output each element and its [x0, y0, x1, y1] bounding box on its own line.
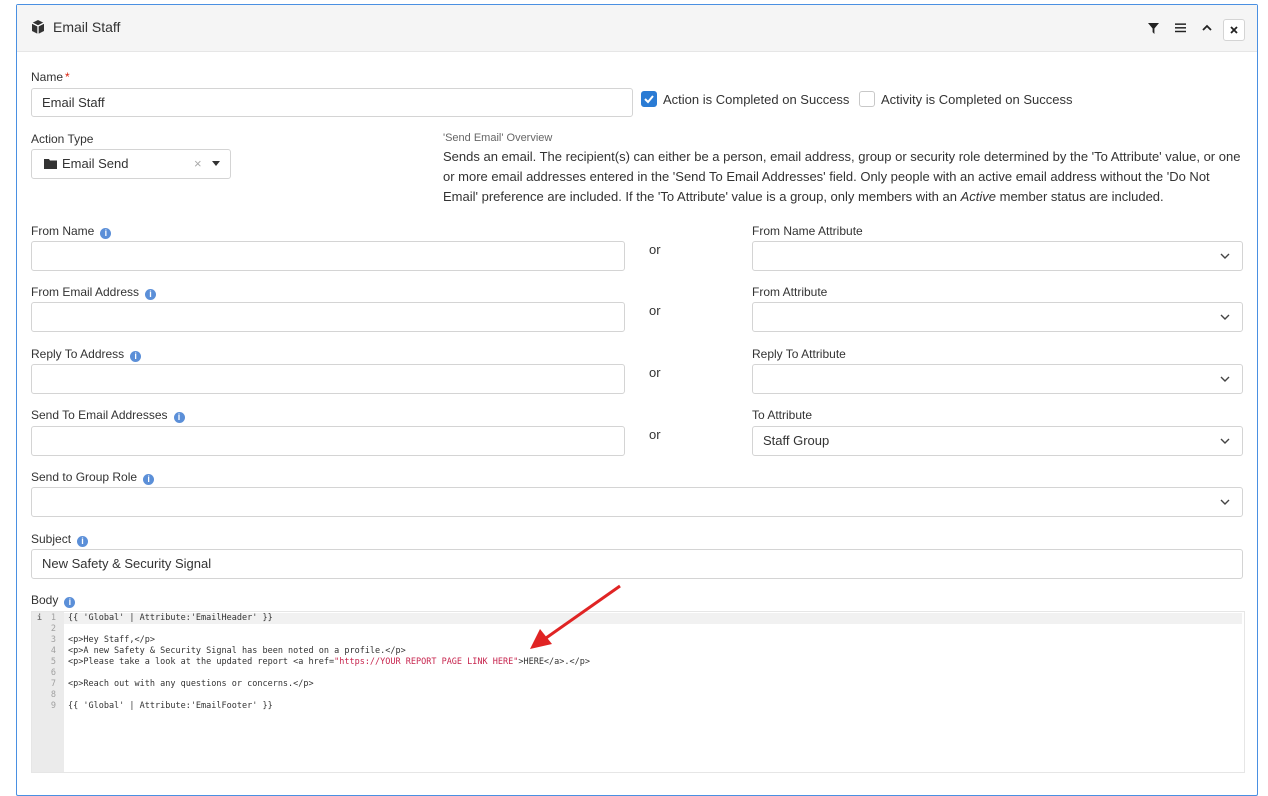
line-number: 2: [50, 624, 56, 634]
body-label: Body i: [31, 593, 76, 608]
close-icon: [1230, 26, 1238, 34]
caret-down-icon[interactable]: [212, 161, 220, 166]
to-attribute-value: Staff Group: [763, 433, 830, 448]
name-input[interactable]: Email Staff: [31, 88, 633, 117]
from-name-input[interactable]: [31, 241, 625, 271]
panel-title: Email Staff: [53, 19, 121, 35]
menu-icon[interactable]: [1171, 19, 1189, 37]
action-type-picker[interactable]: Email Send ×: [31, 149, 231, 179]
to-attribute-label: To Attribute: [752, 408, 813, 422]
body-code-editor[interactable]: i 1 2 3 4 5 6 7 8 9 {{ 'Global' | Attrib…: [31, 611, 1245, 773]
clear-icon[interactable]: ×: [194, 150, 202, 178]
name-label: Name *: [31, 70, 70, 84]
from-name-label: From Name i: [31, 224, 112, 239]
reply-to-input[interactable]: [31, 364, 625, 394]
line-number: 7: [50, 679, 56, 689]
reply-to-attribute-label: Reply To Attribute: [752, 347, 846, 361]
subject-input[interactable]: New Safety & Security Signal: [31, 549, 1243, 579]
info-icon[interactable]: i: [77, 536, 89, 547]
subject-label: Subject i: [31, 532, 89, 547]
send-to-label: Send To Email Addresses i: [31, 408, 185, 423]
overview-text: Sends an email. The recipient(s) can eit…: [443, 149, 1241, 204]
or-label: or: [649, 365, 661, 380]
from-name-attribute-label: From Name Attribute: [752, 224, 863, 238]
code-line: <p>A new Safety & Security Signal has be…: [68, 646, 406, 656]
line-number-gutter: i 1 2 3 4 5 6 7 8 9: [32, 612, 64, 772]
annotation-arrow-icon: [530, 584, 621, 649]
send-to-input[interactable]: [31, 426, 625, 456]
info-icon[interactable]: i: [143, 474, 155, 485]
line-number: 6: [50, 668, 56, 678]
from-email-label: From Email Address i: [31, 285, 157, 300]
or-label: or: [649, 303, 661, 318]
line-number: 8: [50, 690, 56, 700]
group-role-label: Send to Group Role i: [31, 470, 155, 485]
line-number: 3: [50, 635, 56, 645]
email-staff-panel: Email Staff Name * Email Staff Action is …: [16, 4, 1258, 796]
reply-to-label: Reply To Address i: [31, 347, 142, 362]
code-line: <p>Reach out with any questions or conce…: [68, 679, 314, 689]
or-label: or: [649, 242, 661, 257]
reply-to-attribute-select[interactable]: [752, 364, 1243, 394]
cube-icon: [31, 20, 45, 34]
required-marker: *: [65, 70, 70, 84]
chevron-down-icon: [1220, 438, 1230, 444]
code-line: <p>Please take a look at the updated rep…: [68, 657, 590, 667]
line-number: 4: [50, 646, 56, 656]
info-icon[interactable]: i: [100, 228, 112, 239]
action-completed-checkbox[interactable]: [641, 91, 657, 107]
from-name-attribute-select[interactable]: [752, 241, 1243, 271]
activity-completed-label[interactable]: Activity is Completed on Success: [881, 92, 1072, 107]
from-attribute-select[interactable]: [752, 302, 1243, 332]
code-line: {{ 'Global' | Attribute:'EmailHeader' }}: [68, 613, 273, 623]
line-number: 9: [50, 701, 56, 711]
from-email-input[interactable]: [31, 302, 625, 332]
check-icon: [644, 95, 654, 104]
chevron-up-icon[interactable]: [1198, 19, 1216, 37]
overview-title: 'Send Email' Overview: [443, 132, 553, 144]
chevron-down-icon: [1220, 253, 1230, 259]
to-attribute-select[interactable]: Staff Group: [752, 426, 1243, 456]
action-type-label: Action Type: [31, 132, 94, 146]
activity-completed-checkbox[interactable]: [859, 91, 875, 107]
info-icon[interactable]: i: [64, 597, 76, 608]
info-icon[interactable]: i: [173, 412, 185, 423]
chevron-down-icon: [1220, 499, 1230, 505]
code-line: {{ 'Global' | Attribute:'EmailFooter' }}: [68, 701, 273, 711]
group-role-select[interactable]: [31, 487, 1243, 517]
from-attribute-label: From Attribute: [752, 285, 828, 299]
close-button[interactable]: [1223, 19, 1245, 41]
code-line: <p>Hey Staff,</p>: [68, 635, 155, 645]
report-link-string: "https://YOUR REPORT PAGE LINK HERE": [334, 657, 519, 667]
or-label: or: [649, 427, 661, 442]
info-icon[interactable]: i: [145, 289, 157, 300]
chevron-down-icon: [1220, 314, 1230, 320]
action-type-value: Email Send: [62, 156, 129, 171]
filter-icon[interactable]: [1144, 19, 1162, 37]
folder-icon: [44, 159, 57, 169]
panel-header: Email Staff: [17, 5, 1257, 52]
chevron-down-icon: [1220, 376, 1230, 382]
info-icon[interactable]: i: [130, 351, 142, 362]
line-number: 1: [50, 613, 56, 623]
action-completed-label[interactable]: Action is Completed on Success: [663, 92, 849, 107]
line-number: 5: [50, 657, 56, 667]
